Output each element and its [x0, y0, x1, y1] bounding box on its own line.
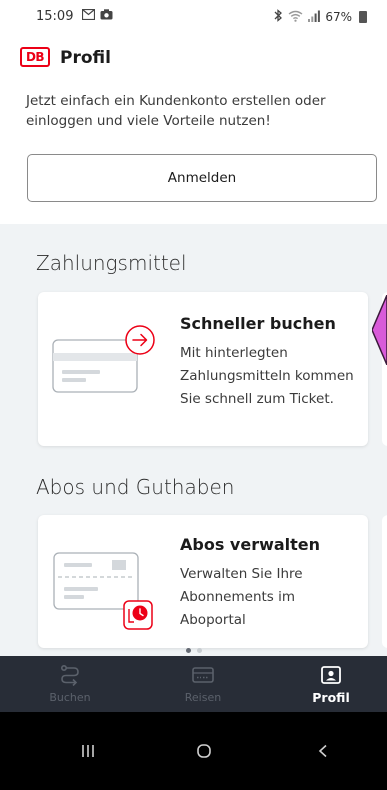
back-icon[interactable]: [298, 736, 348, 766]
card-title: Abos verwalten: [180, 535, 321, 554]
login-button[interactable]: Anmelden: [27, 154, 377, 202]
status-time: 15:09: [36, 9, 74, 24]
card-description: Verwalten Sie Ihre Abonnements im Abopor…: [180, 566, 303, 628]
card-abos-verwalten[interactable]: Abos verwalten Verwalten Sie Ihre Abonne…: [38, 515, 368, 648]
home-icon[interactable]: [179, 736, 229, 766]
pager-dot: [196, 648, 202, 653]
card-description: Mit hinterlegten Zahlungsmitteln kommen …: [180, 345, 354, 407]
profile-content[interactable]: Zahlungsmittel Schneller buchen Mit hint…: [0, 224, 387, 656]
carousel-pager: [0, 648, 387, 653]
bottom-navigation: Buchen Reisen Profil: [0, 656, 387, 712]
nav-label: Profil: [312, 690, 350, 705]
recents-icon[interactable]: [63, 736, 113, 766]
section-title-abos: Abos und Guthaben: [36, 475, 235, 499]
card-schneller-buchen[interactable]: Schneller buchen Mit hinterlegten Zahlun…: [38, 292, 368, 446]
battery-icon: [359, 11, 367, 23]
card-title: Schneller buchen: [180, 314, 336, 333]
page-title: Profil: [60, 48, 111, 68]
annotation-pointer-arrow: [371, 294, 387, 369]
route-icon: [15, 664, 125, 686]
wifi-icon: [288, 10, 303, 25]
nav-item-reisen[interactable]: Reisen: [148, 656, 258, 712]
status-bar: 15:09 67%: [0, 0, 387, 34]
system-navigation-bar: [0, 712, 387, 790]
intro-text: Jetzt einfach ein Kundenkonto erstellen …: [26, 93, 326, 129]
subscription-card-clock-icon: [50, 539, 162, 635]
profile-icon: [276, 664, 386, 686]
pager-dot-active: [185, 648, 191, 653]
battery-percent: 67%: [325, 10, 352, 24]
db-logo: DB: [20, 47, 50, 67]
nav-label: Buchen: [49, 691, 91, 704]
nav-item-buchen[interactable]: Buchen: [15, 656, 125, 712]
camera-icon: [100, 9, 113, 23]
gmail-icon: [81, 8, 96, 23]
signal-icon: [308, 10, 321, 25]
section-title-zahlungsmittel: Zahlungsmittel: [36, 251, 187, 275]
bluetooth-icon: [273, 9, 283, 25]
next-card-peek[interactable]: [382, 515, 387, 648]
ticket-icon: [148, 664, 258, 686]
nav-label: Reisen: [184, 691, 222, 704]
nav-item-profil[interactable]: Profil: [276, 656, 386, 712]
payment-card-arrow-icon: [50, 322, 162, 408]
profile-header: DB Profil Jetzt einfach ein Kundenkonto …: [0, 34, 387, 224]
status-right: 67%: [273, 9, 367, 25]
